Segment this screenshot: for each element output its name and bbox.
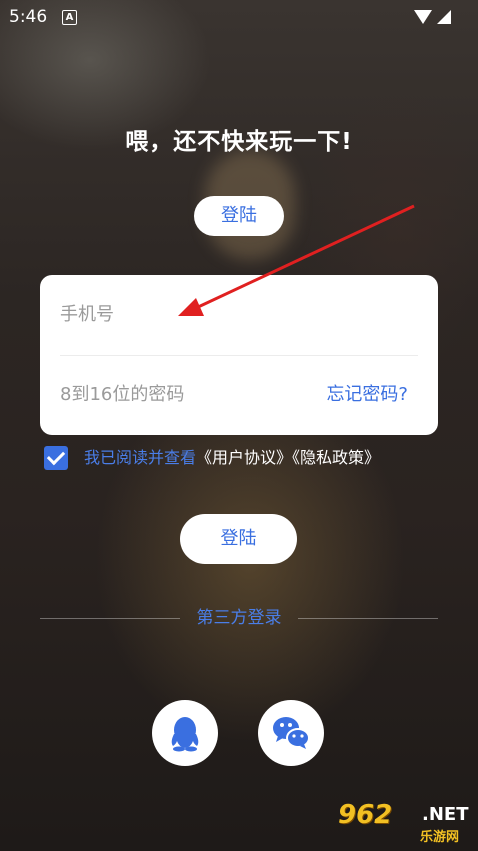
watermark-site-name: 乐游网 — [420, 830, 460, 845]
annotation-arrow — [178, 204, 415, 316]
watermark-number: 962 — [338, 800, 393, 830]
site-watermark-logo: 962 .NET 乐游网 — [338, 800, 474, 846]
watermark-domain: .NET — [422, 804, 469, 825]
